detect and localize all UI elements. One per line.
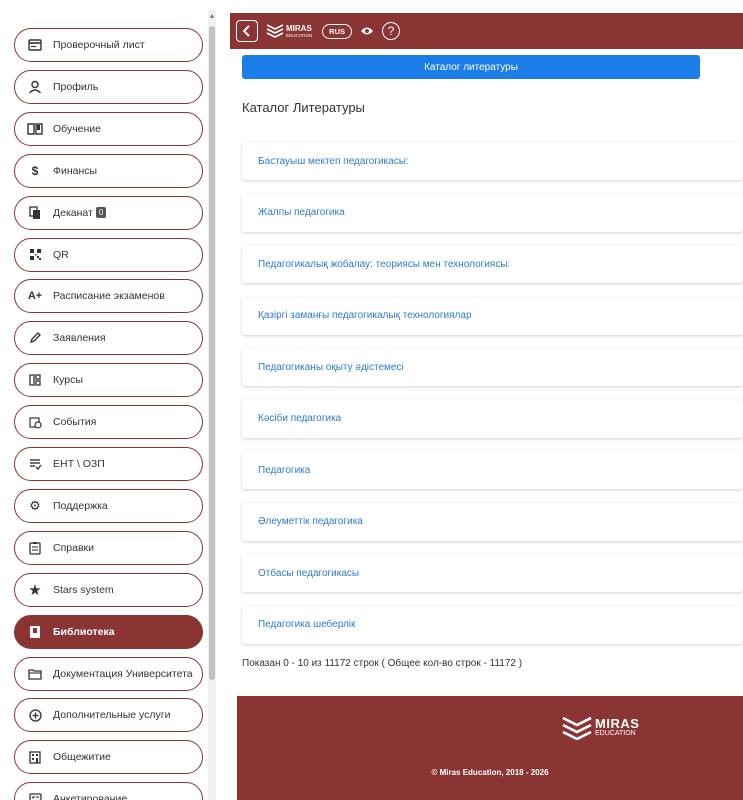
sidebar-item-label: Заявления (53, 332, 106, 345)
sidebar-item-label: Профиль (53, 80, 99, 93)
sidebar-item[interactable]: ⚙ Поддержка (14, 488, 203, 523)
gear-icon: ⚙ (29, 497, 41, 513)
sidebar-item-label: Деканат (53, 206, 93, 219)
sidebar-item-label: Общежитие (53, 751, 111, 764)
header-logo-title: MIRAS (286, 23, 312, 33)
help-button[interactable]: ? (382, 22, 401, 40)
page-title: Каталог Литературы (242, 100, 365, 115)
literature-row[interactable]: Отбасы педагогикасы (242, 554, 743, 592)
literature-row[interactable]: Педагогикалық жобалау: теориясы мен техн… (242, 245, 743, 283)
sidebar-item-label: QR (53, 248, 69, 261)
back-button[interactable] (236, 20, 258, 42)
sidebar-item[interactable]: Заявления (14, 321, 203, 356)
qr-icon (27, 247, 43, 263)
sidebar-item[interactable]: Курсы (14, 363, 203, 398)
folder-icon (27, 666, 43, 682)
literature-row[interactable]: Жалпы педагогика (242, 193, 743, 232)
footer-copyright: © Miras Education, 2018 - 2026 (431, 768, 549, 777)
list-check-icon (27, 456, 43, 472)
header-logo-subtitle: EDUCATION (286, 32, 313, 38)
sidebar-item-label: Анкетирование (53, 793, 128, 800)
sidebar-item-label: Справки (53, 541, 94, 554)
sidebar-item[interactable]: Дополнительные услуги (14, 698, 203, 733)
sidebar-item-label: События (53, 416, 97, 429)
sidebar-item[interactable]: Профиль (14, 69, 203, 104)
sidebar-item-label: Поддержка (53, 499, 108, 512)
literature-row[interactable]: Әлеуметтік педагогика (242, 502, 743, 541)
chevron-left-icon (242, 25, 250, 37)
sidebar-item[interactable]: Обучение (14, 111, 203, 146)
sidebar-item[interactable]: Общежитие (14, 740, 203, 775)
sidebar-item-label: Документация Университета (53, 667, 193, 680)
eye-icon[interactable] (360, 26, 374, 36)
sidebar-item[interactable]: События (14, 405, 203, 440)
top-header: MIRAS EDUCATION RUS ? (230, 13, 743, 49)
sidebar-item[interactable]: ЕНТ \ ОЗП (14, 447, 203, 481)
sidebar-item[interactable]: A+ Расписание экзаменов (14, 279, 203, 314)
literature-row[interactable]: Педагогика шеберлік (242, 605, 743, 644)
literature-row[interactable]: Бастауыш мектеп педагогикасы: (242, 142, 743, 180)
catalog-button[interactable]: Каталог литературы (242, 55, 700, 79)
language-switch[interactable]: RUS (322, 23, 353, 39)
sidebar-item[interactable]: Анкетирование (14, 782, 203, 800)
sidebar-item-label: Библиотека (53, 625, 115, 638)
book-icon (27, 624, 43, 640)
miras-logo-icon (562, 716, 592, 740)
plus-circle-icon (27, 707, 43, 723)
literature-row[interactable]: Қазіргі заманғы педагогикалық технология… (242, 296, 743, 335)
grid-icon (27, 372, 43, 388)
survey-icon (27, 791, 43, 800)
sidebar-item-label: Stars system (53, 583, 114, 596)
sidebar: Проверочный лист Профиль Обучение $ Финансы Д… (0, 10, 222, 800)
checklist-card-icon (27, 37, 43, 53)
sidebar-item-label: Финансы (53, 164, 98, 177)
literature-row[interactable]: Кәсіби педагогика (242, 399, 743, 438)
sidebar-scroll-thumb[interactable] (209, 26, 215, 680)
calendar-clock-icon (27, 414, 43, 430)
sidebar-item[interactable]: $ Финансы (14, 153, 203, 188)
sidebar-item-label: Обучение (53, 122, 102, 135)
sidebar-item-label: Курсы (53, 374, 83, 387)
sidebar-item-label: Проверочный лист (53, 39, 145, 51)
sidebar-item[interactable]: Библиотека (14, 614, 203, 649)
dollar-icon: $ (31, 163, 39, 178)
clipboard-icon (27, 540, 43, 556)
footer: MIRAS EDUCATION © Miras Education, 2018 … (237, 696, 743, 800)
literature-row[interactable]: Педагогиканы оқыту әдістемесі (242, 348, 743, 386)
sidebar-item-label: Дополнительные услуги (53, 709, 171, 722)
header-logo[interactable]: MIRAS EDUCATION (266, 24, 312, 38)
footer-logo-subtitle: EDUCATION (595, 730, 636, 737)
building-icon (27, 749, 43, 765)
pagination-summary: Показан 0 - 10 из 11172 строк ( Общее ко… (242, 658, 523, 669)
miras-logo-icon (266, 24, 284, 38)
sidebar-item[interactable]: ★ Stars system (14, 572, 203, 607)
footer-logo: MIRAS EDUCATION (562, 716, 639, 740)
sidebar-item-label: ЕНТ \ ОЗП (53, 458, 105, 470)
sidebar-item-label: Расписание экзаменов (53, 290, 165, 303)
grade-a-plus-icon: A+ (27, 290, 43, 303)
notification-badge: 0 (95, 207, 107, 219)
sidebar-item[interactable]: Справки (14, 530, 203, 565)
sidebar-item[interactable]: QR (14, 237, 203, 272)
book-open-icon (27, 121, 43, 137)
pencil-icon (27, 330, 43, 346)
sidebar-item[interactable]: Деканат 0 (14, 195, 203, 230)
literature-row[interactable]: Педагогика (242, 451, 743, 489)
footer-logo-title: MIRAS (595, 716, 640, 731)
sidebar-item[interactable]: Проверочный лист (14, 28, 203, 62)
user-icon (27, 79, 43, 95)
scroll-up-arrow-icon[interactable]: ▲ (208, 12, 216, 22)
sidebar-item[interactable]: Документация Университета (14, 656, 203, 691)
star-icon: ★ (28, 581, 42, 599)
copy-icon (27, 205, 43, 221)
